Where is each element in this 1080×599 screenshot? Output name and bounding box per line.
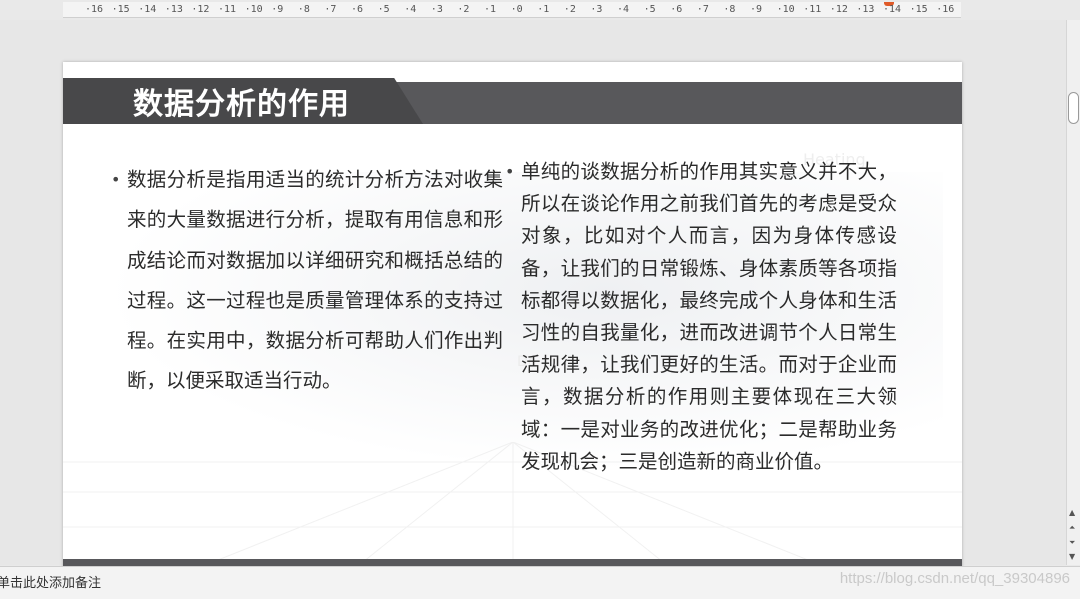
slide-title[interactable]: 数据分析的作用 (133, 79, 350, 123)
ruler-tick-label: ·6 (670, 4, 683, 15)
ruler-tick-label: ·11 (218, 4, 237, 15)
ruler-tick-label: ·10 (244, 4, 263, 15)
ruler-tick-label: ·14 (138, 4, 157, 15)
notes-placeholder[interactable]: 单击此处添加备注 (0, 572, 101, 591)
ruler-tick-label: ·12 (829, 4, 848, 15)
ruler-tick-label: ·14 (883, 4, 902, 15)
next-slide-icon[interactable]: ⏷ (1069, 538, 1075, 548)
ruler-tick-label: ·1 (537, 4, 550, 15)
bullet-icon: • (111, 170, 121, 189)
ruler-tick-label: ·13 (856, 4, 875, 15)
ruler-tick-label: ·11 (803, 4, 822, 15)
ruler-tick-label: ·15 (909, 4, 928, 15)
ruler-tick-label: ·6 (351, 4, 364, 15)
ruler-tick-label: ·3 (590, 4, 603, 15)
ruler-tick-label: ·8 (297, 4, 310, 15)
ruler-tick-label: ·7 (324, 4, 337, 15)
ruler-tick-label: ·0 (510, 4, 523, 15)
ruler-tick-label: ·10 (776, 4, 795, 15)
ruler-tick-label: ·12 (191, 4, 210, 15)
vertical-scrollbar[interactable]: ▲ ⏶ ⏷ ▼ (1066, 20, 1080, 565)
right-text-box[interactable]: • 单纯的谈数据分析的作用其实意义并不大，所以在谈论作用之前我们首先的考虑是受众… (505, 156, 897, 478)
ruler-tick-label: ·2 (457, 4, 470, 15)
horizontal-ruler[interactable]: ·16 ·15 ·14 ·13 ·12 ·11 ·10 ·9 ·8 ·7 ·6 ·5 ·4 ·3 ·2 ·1 ·… (63, 2, 961, 18)
left-text-box[interactable]: • 数据分析是指用适当的统计分析方法对收集来的大量数据进行分析，提取有用信息和形… (111, 160, 503, 402)
ruler-tick-label: ·16 (936, 4, 955, 15)
notes-pane[interactable]: 单击此处添加备注 https://blog.csdn.net/qq_393048… (0, 566, 1080, 599)
ruler-tick-label: ·2 (563, 4, 576, 15)
ruler-tick-label: ·13 (164, 4, 183, 15)
ruler-tick-label: ·9 (271, 4, 284, 15)
right-paragraph: 单纯的谈数据分析的作用其实意义并不大，所以在谈论作用之前我们首先的考虑是受众对象… (521, 160, 897, 473)
slide-editor-canvas: Heating Do 数据分析的作用 • 数据分析是指用适当的统计分析方法对收集… (0, 20, 1066, 570)
watermark: https://blog.csdn.net/qq_39304896 (839, 570, 1070, 587)
ruler-tick-label: ·5 (643, 4, 656, 15)
ruler-tick-label: ·1 (484, 4, 497, 15)
bullet-icon: • (505, 162, 515, 181)
ruler-tick-label: ·3 (430, 4, 443, 15)
scroll-up-arrow-icon[interactable]: ▲ (1069, 508, 1075, 517)
slide[interactable]: Heating Do 数据分析的作用 • 数据分析是指用适当的统计分析方法对收集… (63, 62, 962, 570)
ruler-tick-label: ·5 (377, 4, 390, 15)
scroll-down-arrow-icon[interactable]: ▼ (1069, 552, 1075, 561)
previous-slide-icon[interactable]: ⏶ (1069, 523, 1075, 533)
ruler-tick-label: ·9 (750, 4, 763, 15)
ruler-tick-label: ·16 (85, 4, 104, 15)
ruler-tick-label: ·15 (111, 4, 130, 15)
ruler-tick-label: ·8 (723, 4, 736, 15)
ruler-tick-label: ·7 (696, 4, 709, 15)
ruler-tick-label: ·4 (617, 4, 630, 15)
ruler-tick-label: ·4 (404, 4, 417, 15)
scrollbar-thumb[interactable] (1068, 92, 1079, 124)
left-paragraph: 数据分析是指用适当的统计分析方法对收集来的大量数据进行分析，提取有用信息和形成结… (127, 168, 503, 393)
